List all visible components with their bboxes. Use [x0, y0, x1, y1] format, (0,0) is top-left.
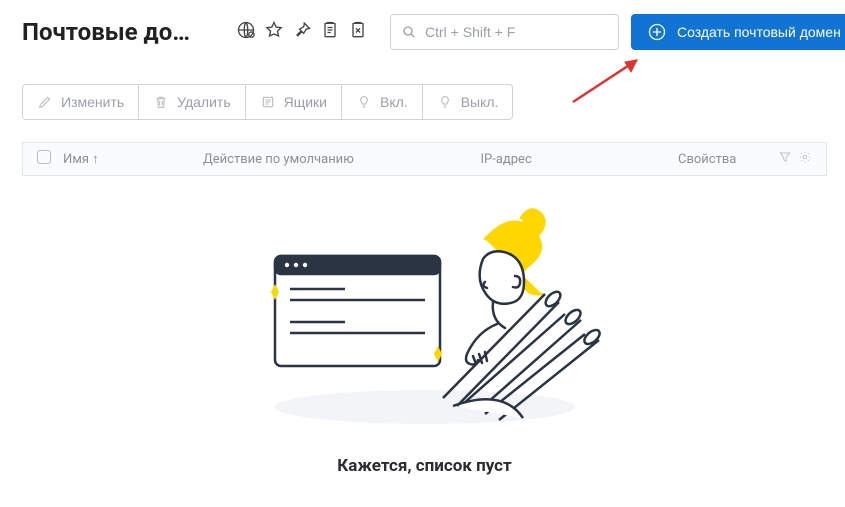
search-input[interactable] [423, 23, 608, 41]
column-default-action[interactable]: Действие по умолчанию [203, 152, 481, 167]
delete-button[interactable]: Удалить [138, 84, 245, 120]
column-name[interactable]: Имя↑ [63, 151, 203, 167]
mailbox-icon [260, 94, 276, 110]
sort-arrow-icon: ↑ [92, 152, 99, 167]
disable-label: Выкл. [461, 94, 499, 110]
create-mail-domain-button[interactable]: Создать почтовый домен [631, 14, 845, 50]
table-header: Имя↑ Действие по умолчанию IP-адрес Свой… [22, 142, 827, 176]
select-all-cell[interactable] [37, 150, 63, 168]
filter-icon[interactable] [778, 150, 792, 168]
toolbar: Изменить Удалить Ящики Вкл. Выкл. [22, 84, 827, 120]
globe-icon[interactable] [236, 20, 256, 44]
column-name-label: Имя [63, 152, 89, 167]
empty-state: Кажется, список пуст [22, 204, 827, 476]
disable-button[interactable]: Выкл. [422, 84, 514, 120]
trash-icon [153, 94, 169, 110]
select-all-checkbox[interactable] [37, 150, 51, 164]
gear-icon[interactable] [798, 150, 812, 168]
star-icon[interactable] [264, 20, 284, 44]
enable-label: Вкл. [380, 94, 408, 110]
create-button-label: Создать почтовый домен [677, 24, 841, 40]
search-input-wrapper[interactable] [390, 14, 619, 50]
plus-circle-icon [647, 22, 667, 42]
edit-button[interactable]: Изменить [22, 84, 139, 120]
search-icon [401, 24, 417, 40]
mailboxes-label: Ящики [284, 94, 327, 110]
pin-icon[interactable] [292, 20, 312, 44]
header-icon-group [236, 20, 368, 44]
lightbulb-on-icon [356, 94, 372, 110]
lightbulb-off-icon [437, 94, 453, 110]
delete-label: Удалить [177, 94, 230, 110]
enable-button[interactable]: Вкл. [341, 84, 423, 120]
mailboxes-button[interactable]: Ящики [245, 84, 342, 120]
column-properties[interactable]: Свойства [678, 152, 768, 167]
empty-illustration [235, 204, 615, 434]
clipboard-icon[interactable] [320, 20, 340, 44]
column-ip[interactable]: IP-адрес [481, 152, 679, 167]
empty-message: Кажется, список пуст [337, 456, 511, 476]
edit-label: Изменить [61, 94, 124, 110]
page-title: Почтовые до… [22, 18, 222, 46]
pencil-icon [37, 94, 53, 110]
clipboard-x-icon[interactable] [348, 20, 368, 44]
